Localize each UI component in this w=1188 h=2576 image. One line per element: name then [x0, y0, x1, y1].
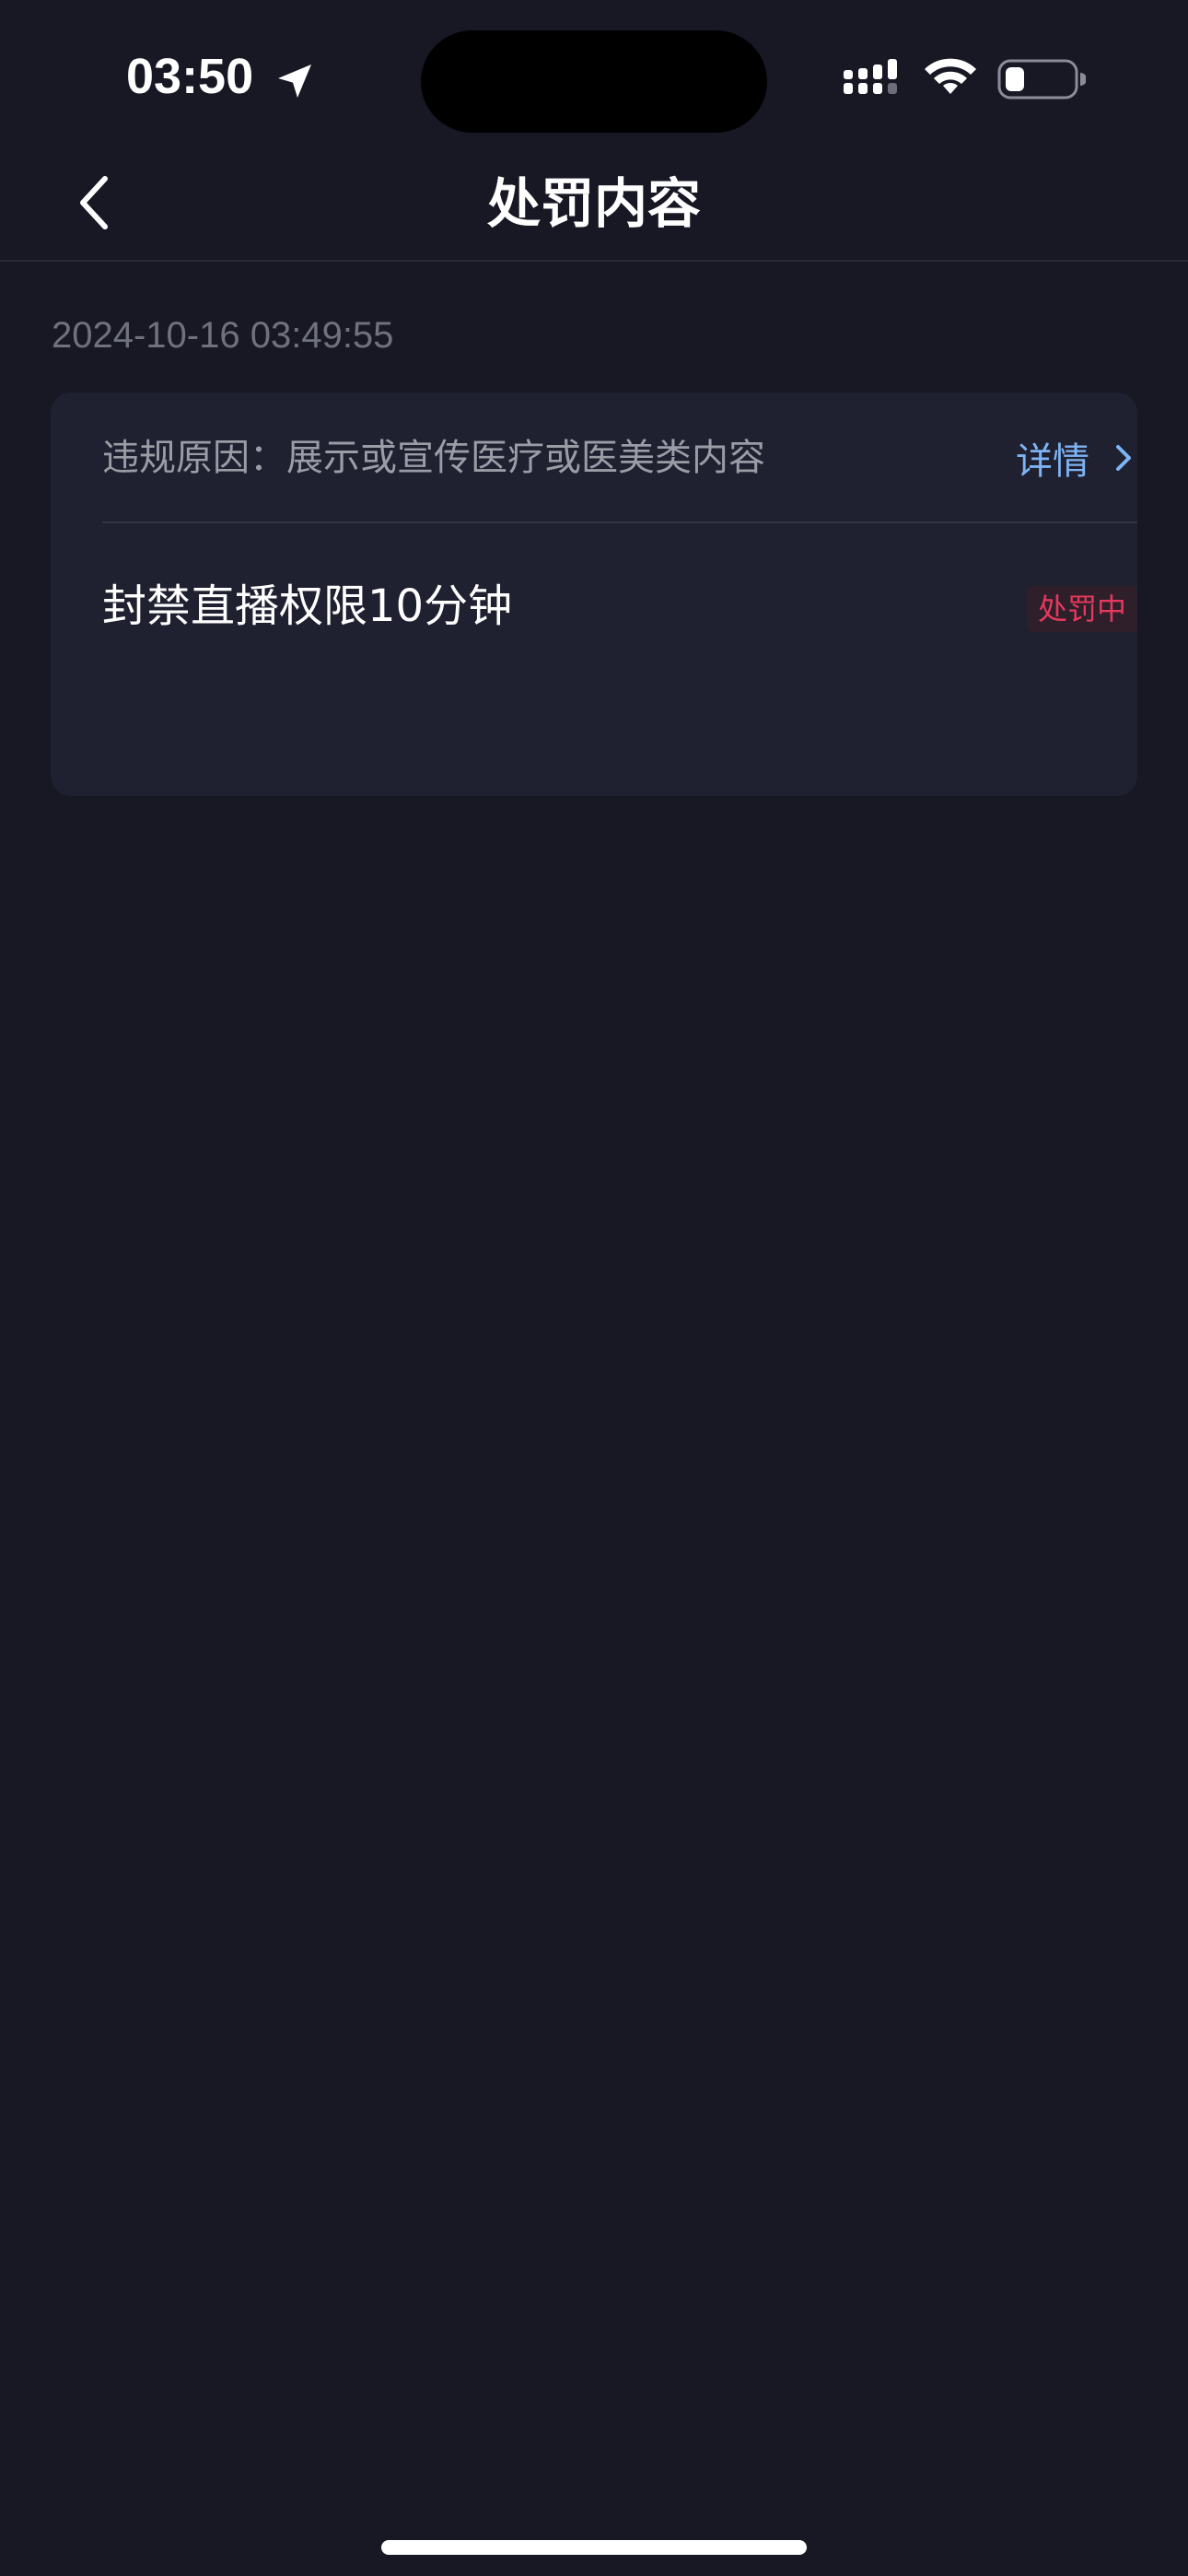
- violation-reason: 违规原因：展示或宣传医疗或医美类内容: [102, 437, 765, 479]
- chevron-right-icon: [1116, 445, 1131, 471]
- dynamic-island: [421, 30, 767, 133]
- location-arrow-icon: [278, 64, 311, 98]
- detail-label: 详情: [1016, 440, 1089, 483]
- nav-bar: 处罚内容: [0, 147, 1188, 262]
- battery-icon: [997, 59, 1086, 100]
- cellular-signal-icon: [844, 59, 897, 94]
- home-indicator[interactable]: [381, 2540, 807, 2555]
- wifi-icon: [925, 58, 976, 94]
- detail-link[interactable]: 详情: [1016, 392, 1137, 523]
- status-bar: 03:50: [0, 0, 1188, 157]
- record-timestamp: 2024-10-16 03:49:55: [52, 315, 394, 356]
- status-time: 03:50: [126, 49, 254, 104]
- penalty-title: 封禁直播权限10分钟: [102, 580, 513, 632]
- back-button[interactable]: [48, 157, 140, 249]
- status-badge: 处罚中: [1026, 586, 1137, 632]
- violation-reason-row: 违规原因：展示或宣传医疗或医美类内容 详情: [102, 392, 1137, 523]
- chevron-left-icon: [80, 176, 108, 229]
- penalty-card: 违规原因：展示或宣传医疗或医美类内容 详情 封禁直播权限10分钟 处罚中: [51, 392, 1137, 796]
- page-title: 处罚内容: [486, 172, 701, 235]
